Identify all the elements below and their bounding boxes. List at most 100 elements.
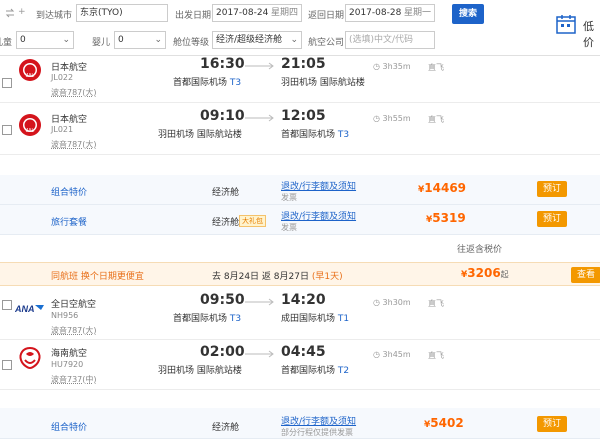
rules-link[interactable]: 退改/行李额及须知 bbox=[281, 209, 356, 222]
lowest-price-label[interactable]: 低价 bbox=[583, 18, 600, 50]
jal-logo-icon: JAL bbox=[18, 113, 42, 137]
fare-price: ¥14469 bbox=[418, 181, 466, 195]
chevron-down-icon: ⌄ bbox=[290, 35, 298, 45]
to-city-value: 东京(TYO) bbox=[80, 8, 123, 18]
airline-input[interactable]: (选填)中文/代码 bbox=[345, 31, 435, 49]
flight-row: JAL 日本航空 JL022 波音787(大) 16:30 首都国际机场 T3 … bbox=[0, 56, 600, 103]
alt-dates-value: 去 8月24日 返 8月27日 bbox=[212, 272, 309, 282]
depart-weekday: 星期四 bbox=[270, 8, 298, 18]
infant-label: 婴儿 bbox=[92, 38, 111, 48]
swap-icon[interactable] bbox=[4, 7, 16, 19]
airline-name: 海南航空 bbox=[51, 349, 88, 359]
arrow-right-icon bbox=[245, 62, 274, 70]
alt-price-value: 3206 bbox=[467, 266, 501, 280]
plane-type[interactable]: 波音787(大) bbox=[51, 139, 97, 150]
flight-row: ANA 全日空航空 NH956 波音787(大) 09:50 首都国际机场 T3… bbox=[0, 292, 600, 340]
dep-time: 02:00 bbox=[200, 344, 245, 360]
flight-checkbox[interactable] bbox=[2, 300, 12, 310]
tax-note: 往返含税价 bbox=[457, 245, 503, 255]
arr-airport-name: 成田国际机场 bbox=[281, 314, 336, 324]
plane-type[interactable]: 波音787(大) bbox=[51, 325, 97, 336]
duration: ◷ 3h55m bbox=[373, 114, 411, 123]
cabin-class: 经济舱 bbox=[212, 218, 240, 228]
flight-checkbox[interactable] bbox=[2, 360, 12, 370]
flight-number: JL022 bbox=[51, 73, 74, 82]
arr-airport-name: 首都国际机场 bbox=[281, 130, 336, 140]
view-button[interactable]: 查看 bbox=[571, 267, 600, 283]
dep-airport: 首都国际机场 T3 bbox=[173, 75, 241, 88]
cabin-class: 经济舱 bbox=[212, 188, 240, 198]
flight-checkbox[interactable] bbox=[2, 78, 12, 88]
search-button[interactable]: 搜索 bbox=[452, 4, 484, 24]
fare-name[interactable]: 组合特价 bbox=[51, 185, 87, 198]
ana-logo-icon: ANA bbox=[14, 302, 45, 314]
arr-terminal: T2 bbox=[337, 366, 350, 376]
invoice-note: 发票 bbox=[281, 223, 297, 232]
children-select[interactable]: 0 ⌄ bbox=[16, 31, 74, 49]
calendar-icon[interactable] bbox=[556, 14, 576, 34]
arr-time: 04:45 bbox=[281, 344, 326, 360]
plane-type[interactable]: 波音787(大) bbox=[51, 87, 97, 98]
airline-name: 日本航空 bbox=[51, 115, 88, 125]
fare-name[interactable]: 组合特价 bbox=[51, 420, 87, 433]
fare-name[interactable]: 旅行套餐 bbox=[51, 215, 87, 228]
arr-time: 21:05 bbox=[281, 56, 326, 72]
depart-date-input[interactable]: 2017-08-24 星期四 bbox=[212, 4, 302, 22]
fare-price: ¥5319 bbox=[426, 211, 466, 225]
add-segment-icon[interactable]: + bbox=[18, 7, 28, 19]
dep-airport-name: 首都国际机场 bbox=[173, 78, 228, 88]
plane-type[interactable]: 波音737(中) bbox=[51, 374, 97, 385]
cabin-class: 经济舱 bbox=[212, 423, 240, 433]
return-date-input[interactable]: 2017-08-28 星期一 bbox=[345, 4, 435, 22]
rules-link[interactable]: 退改/行李额及须知 bbox=[281, 414, 356, 427]
svg-text:JAL: JAL bbox=[26, 73, 35, 79]
arr-airport-name: 首都国际机场 bbox=[281, 366, 336, 376]
svg-text:JAL: JAL bbox=[26, 128, 35, 134]
fare-price: ¥5402 bbox=[424, 416, 464, 430]
arr-airport: 首都国际机场 T2 bbox=[281, 363, 349, 376]
jal-logo-icon: JAL bbox=[18, 58, 42, 82]
direct-label: 直飞 bbox=[428, 115, 444, 124]
dep-airport: 首都国际机场 T3 bbox=[173, 311, 241, 324]
rules-link[interactable]: 退改/行李额及须知 bbox=[281, 179, 356, 192]
dep-airport: 羽田机场 国际航站楼 bbox=[158, 130, 242, 140]
arr-terminal: T3 bbox=[337, 130, 350, 140]
cabin-select[interactable]: 经济/超级经济舱 ⌄ bbox=[212, 31, 302, 49]
book-button[interactable]: 预订 bbox=[537, 211, 567, 227]
dep-time: 16:30 bbox=[200, 56, 245, 72]
invoice-note: 发票 bbox=[281, 193, 297, 202]
infant-select[interactable]: 0 ⌄ bbox=[114, 31, 166, 49]
cabin-value: 经济/超级经济舱 bbox=[216, 35, 283, 45]
fare-price-value: 14469 bbox=[424, 181, 467, 195]
hainan-logo-icon bbox=[17, 346, 43, 370]
price-option-row: 组合特价 经济舱 退改/行李额及须知 发票 ¥14469 预订 bbox=[0, 175, 600, 205]
to-city-input[interactable]: 东京(TYO) bbox=[76, 4, 168, 22]
return-date-label: 返回日期 bbox=[308, 11, 345, 21]
arrow-right-icon bbox=[245, 350, 274, 358]
duration-value: 3h30m bbox=[382, 298, 411, 307]
airline-name: 全日空航空 bbox=[51, 300, 97, 310]
arr-terminal: T1 bbox=[337, 314, 350, 324]
dep-time: 09:10 bbox=[200, 108, 245, 124]
to-city-label: 到达城市 bbox=[36, 11, 73, 21]
price-suffix: 起 bbox=[500, 270, 509, 279]
book-button[interactable]: 预订 bbox=[537, 416, 567, 432]
duration: ◷ 3h35m bbox=[373, 62, 411, 71]
arr-airport: 羽田机场 国际航站楼 bbox=[281, 78, 365, 88]
fare-price-value: 5319 bbox=[432, 211, 466, 225]
direct-label: 直飞 bbox=[428, 351, 444, 360]
airline-placeholder: (选填)中文/代码 bbox=[349, 35, 414, 45]
price-option-row: 组合特价 经济舱 退改/行李额及须知 部分行程仅提供发票 ¥5402 预订 bbox=[0, 408, 600, 439]
depart-date-value: 2017-08-24 bbox=[216, 8, 269, 18]
flight-checkbox[interactable] bbox=[2, 125, 12, 135]
gift-badge: 大礼包 bbox=[239, 215, 266, 227]
duration-value: 3h35m bbox=[382, 62, 411, 71]
search-panel: + 到达城市 东京(TYO) 出发日期 2017-08-24 星期四 返回日期 … bbox=[0, 0, 600, 56]
alt-price: ¥3206起 bbox=[461, 266, 509, 280]
dep-airport: 羽田机场 国际航站楼 bbox=[158, 366, 242, 376]
book-button[interactable]: 预订 bbox=[537, 181, 567, 197]
infant-value: 0 bbox=[118, 35, 124, 45]
dep-terminal: T3 bbox=[229, 314, 242, 324]
dep-airport-name: 首都国际机场 bbox=[173, 314, 228, 324]
cheaper-date-text: 同航班 换个日期更便宜 bbox=[51, 272, 144, 282]
